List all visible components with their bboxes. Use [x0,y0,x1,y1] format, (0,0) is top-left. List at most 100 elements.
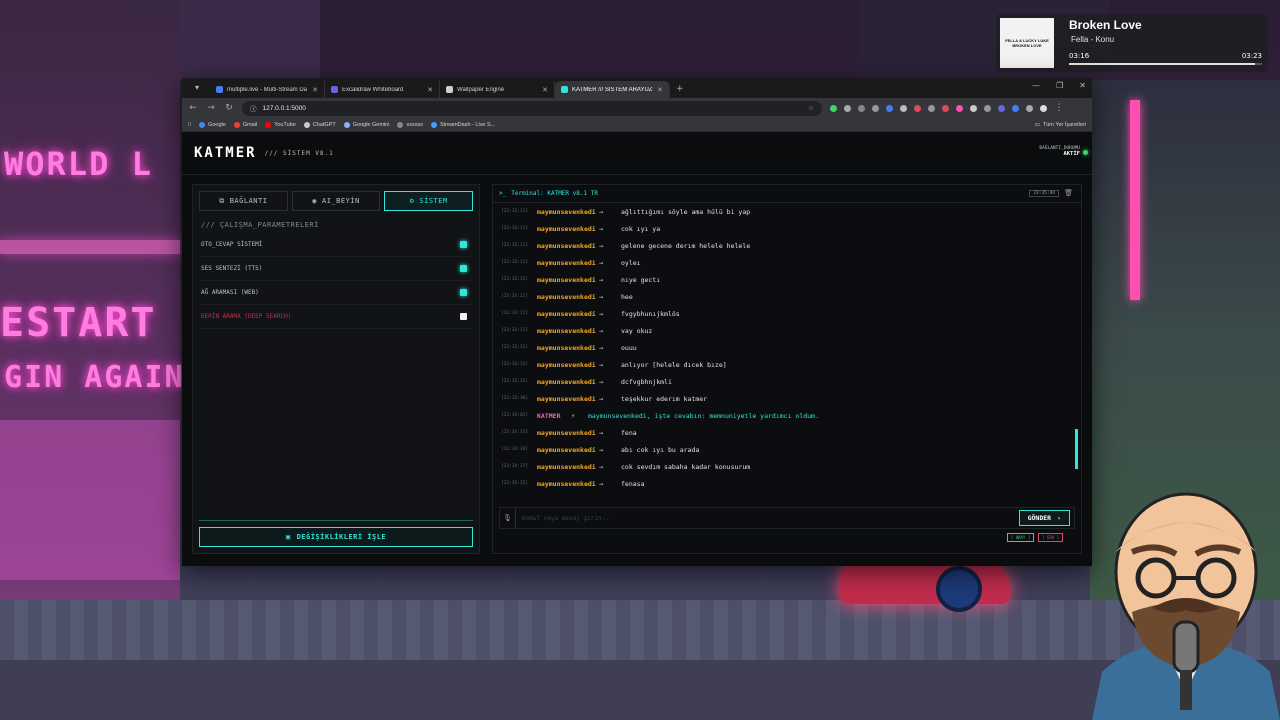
bookmark-favicon-icon [430,121,437,128]
forward-icon[interactable]: → [206,103,216,113]
close-icon[interactable]: ✕ [657,86,663,94]
message-timestamp: [23:33:31] [501,362,529,367]
now-playing-widget: FELLA & LUCKY LUKE BROKEN LOVE ♪ Broken … [996,14,1268,72]
extension-icon[interactable] [970,104,977,112]
bookmark-item[interactable]: Google Gemini [343,121,389,128]
url-text: 127.0.0.1:5000 [262,104,306,112]
browser-tab[interactable]: Excalidraw Whiteboard ✕ [325,81,440,98]
param-checkbox[interactable] [460,313,467,320]
arrow-right-icon: → [599,258,604,267]
equalizer-icon: ♪ [1040,20,1046,29]
trash-icon[interactable]: 🗑 [1064,189,1073,197]
apply-changes-button[interactable]: ▣ DEĞİŞİKLİKLERİ İŞLE [199,527,473,547]
message-text: oyleı [621,258,641,267]
log-scrollbar[interactable] [1075,429,1078,469]
close-icon[interactable]: ✕ [312,86,318,94]
all-bookmarks-label: Tüm Yer İşaretleri [1042,121,1086,128]
message-timestamp: [23:34:31] [501,430,529,435]
arrow-right-icon: → [599,309,604,318]
close-icon[interactable]: ✕ [427,86,433,94]
bookmark-label: ChatGPT [312,121,336,128]
message-username: maymunsevenkedi [537,462,596,471]
message-timestamp: [23:34:34] [501,447,529,452]
extension-icon[interactable] [984,104,991,112]
bookmark-item[interactable]: Google [199,121,226,128]
extension-icon[interactable] [942,104,949,112]
back-icon[interactable]: ← [188,103,198,113]
param-web-search: AĞ ARAMASI (WEB) [201,281,471,305]
extension-icon[interactable] [928,104,935,112]
message-text: cok sevdım sabaha kadar konusurum [621,462,751,471]
bookmark-item[interactable]: StreamDash - Live S... [430,121,496,128]
message-text: ağlıttığımı söyle ama hülü bi yap [621,207,751,216]
message-text: nıye gectı [621,275,661,284]
extension-icon[interactable] [1012,104,1019,112]
bookmark-item[interactable]: ssssss [397,121,423,128]
extension-icon[interactable] [830,104,837,112]
menu-dots-icon[interactable]: ⋮ [1054,103,1064,113]
all-bookmarks-folder[interactable]: ▭ Tüm Yer İşaretleri [1035,122,1086,128]
tab-search-icon[interactable]: ▾ [190,81,204,95]
new-tab-icon[interactable]: + [676,84,684,94]
extension-icon[interactable] [872,104,879,112]
tab-baglanti[interactable]: ⧉ BAĞLANTI [199,191,288,211]
puzzle-icon[interactable] [1026,104,1033,112]
send-button[interactable]: GÖNDER › [1018,510,1070,526]
building-back [180,0,320,80]
arrow-right-icon: → [599,207,604,216]
bookmark-label: StreamDash - Live S... [439,121,496,128]
tab-ai-beyin[interactable]: ◉ AI_BEYİN [291,191,381,211]
message-username: maymunsevenkedi [537,224,596,233]
browser-tab-active[interactable]: KATMER /// SİSTEM ARAYÜZÜ ✕ [555,81,670,98]
message-timestamp: [23:35:25] [501,481,529,486]
bookmark-item[interactable]: YouTube [265,121,296,128]
extension-icon[interactable] [956,104,963,112]
chat-message-row: [23:33:31] maymunsevenkedi → ouuu [501,339,1073,356]
bookmark-item[interactable]: ChatGPT [303,121,336,128]
url-field[interactable]: ⓘ 127.0.0.1:5000 ☆ [242,100,822,116]
close-window-icon[interactable]: ✕ [1079,81,1086,90]
extension-icon[interactable] [858,104,865,112]
settings-panel: ⧉ BAĞLANTI ◉ AI_BEYİN ⚙ SİSTEM /// ÇALIŞMA_… [192,184,480,554]
extension-icon[interactable] [914,104,921,112]
connection-status-value: AKTİF [1063,151,1080,157]
extension-icon[interactable] [886,104,893,112]
maximize-icon[interactable]: ❐ [1056,81,1063,90]
browser-tab[interactable]: multiple.live - Multi-Stream Da ✕ [210,81,325,98]
arrow-right-icon: → [599,292,604,301]
tab-label: SİSTEM [419,197,448,205]
message-username: maymunsevenkedi [537,275,596,284]
message-username: maymunsevenkedi [537,326,596,335]
divider [199,520,473,521]
microphone-icon[interactable]: 🎙 [500,508,516,528]
extension-icon[interactable] [998,104,1005,112]
message-username: maymunsevenkedi [537,479,596,488]
browser-tab[interactable]: Wallpaper Engine ✕ [440,81,555,98]
chat-message-row: [23:33:21] maymunsevenkedi → vay okuz [501,322,1073,339]
extension-icon[interactable] [844,104,851,112]
extension-icon[interactable] [900,104,907,112]
apps-grid-icon[interactable]: ⁞⁞ [188,122,191,128]
message-input[interactable] [516,509,1019,527]
bookmark-label: Gmail [242,121,258,128]
message-composer: 🎙 GÖNDER › [499,507,1075,529]
reload-icon[interactable]: ↻ [224,103,234,113]
chat-log[interactable]: [23:33:11] maymunsevenkedi → ağlıttığımı sö… [493,203,1081,501]
tab-title: Excalidraw Whiteboard [342,86,404,93]
site-info-icon[interactable]: ⓘ [250,103,257,113]
tab-favicon-icon [331,86,338,93]
param-checkbox[interactable] [460,241,467,248]
arrow-right-icon: → [599,241,604,250]
bookmark-star-icon[interactable]: ☆ [808,104,814,112]
minimize-icon[interactable]: — [1032,81,1040,90]
message-username: maymunsevenkedi [537,360,596,369]
tab-sistem[interactable]: ⚙ SİSTEM [384,191,474,211]
profile-icon[interactable] [1040,104,1047,112]
param-checkbox[interactable] [460,289,467,296]
close-icon[interactable]: ✕ [542,86,548,94]
chat-message-row: [23:33:11] maymunsevenkedi → oyleı [501,254,1073,271]
param-checkbox[interactable] [460,265,467,272]
neon-pole [1130,100,1140,300]
bookmark-item[interactable]: Gmail [233,121,258,128]
tab-strip: ▾ multiple.live - Multi-Stream Da ✕ Exca… [182,78,1092,98]
